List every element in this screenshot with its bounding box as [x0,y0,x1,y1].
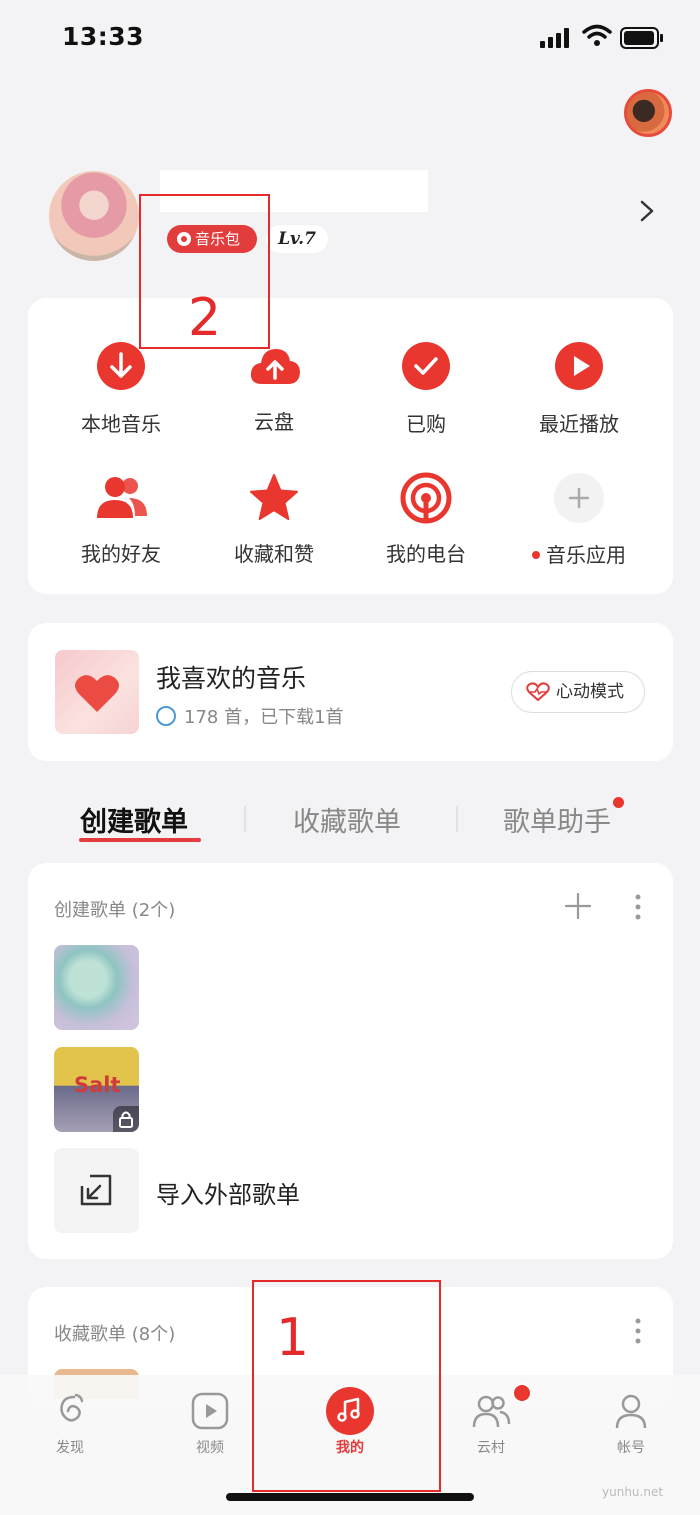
created-playlists-card: 创建歌单 (2个) Salt 导入外部歌单 [28,863,673,1259]
grid-item-favorites[interactable]: 收藏和赞 [199,472,349,567]
notification-dot [532,550,540,559]
watermark: yunhu.net [602,1485,664,1499]
community-icon [471,1391,511,1431]
grid-label-with-dot: 音乐应用 [504,539,654,568]
lock-icon [113,1106,139,1132]
account-icon [611,1391,651,1431]
grid-label: 云盘 [254,410,294,434]
download-icon [97,342,145,390]
nav-account[interactable]: 帐号 [591,1391,671,1457]
annotation-number-2: 2 [188,288,222,348]
nav-label: 发现 [56,1440,84,1456]
tab-active-indicator [79,838,201,842]
liked-music-cover [55,650,139,734]
add-playlist-icon[interactable] [565,893,591,919]
nav-label: 视频 [196,1440,224,1456]
import-playlist-label[interactable]: 导入外部歌单 [156,1175,300,1210]
top-avatar-button[interactable] [624,89,672,137]
home-indicator [226,1493,474,1501]
level-badge[interactable]: Lv.7 [266,225,328,253]
profile-avatar[interactable] [49,171,139,261]
grid-item-purchased[interactable]: 已购 [351,340,501,437]
annotation-number-1: 1 [276,1308,310,1368]
friends-icon [95,472,147,524]
grid-label: 我的好友 [81,542,161,566]
notification-dot [512,1383,532,1403]
liked-music-title: 我喜欢的音乐 [156,664,307,693]
tab-playlist-assistant[interactable]: 歌单助手 [503,800,611,839]
created-playlists-header: 创建歌单 (2个) [54,900,176,921]
nav-video[interactable]: 视频 [170,1391,250,1457]
tab-collected-playlists[interactable]: 收藏歌单 [293,800,401,839]
grid-item-local-music[interactable]: 本地音乐 [46,340,196,437]
heartbeat-icon [526,682,550,702]
playlist-cover-2[interactable]: Salt [54,1047,139,1132]
grid-item-friends[interactable]: 我的好友 [46,472,196,567]
plus-icon [554,473,604,523]
import-playlist-icon[interactable] [54,1148,139,1233]
grid-label: 已购 [406,412,446,436]
battery-icon [620,27,663,49]
grid-label: 音乐应用 [546,543,626,567]
chevron-right-icon[interactable] [636,200,658,222]
more-vertical-icon[interactable] [633,893,643,921]
status-time: 13:33 [62,22,145,51]
grid-item-recent[interactable]: 最近播放 [504,340,654,437]
liked-music-count: 178 首，已下载1首 [184,707,344,728]
playlist-cover-1[interactable] [54,945,139,1030]
grid-label: 最近播放 [539,412,619,436]
radio-icon [400,472,452,524]
grid-item-cloud[interactable]: 云盘 [199,340,349,435]
star-icon [248,472,300,524]
grid-item-radio[interactable]: 我的电台 [351,472,501,567]
play-icon [555,342,603,390]
nav-discover[interactable]: 发现 [30,1391,110,1457]
grid-label: 本地音乐 [81,412,161,436]
notification-dot [613,797,624,808]
cellular-signal-icon [540,28,569,48]
liked-music-card[interactable]: 我喜欢的音乐 178 首，已下载1首 心动模式 [28,623,673,761]
wifi-icon [582,24,612,46]
heartbeat-mode-button[interactable]: 心动模式 [511,671,645,713]
cover-art-text: Salt [74,1073,121,1097]
liked-music-subtitle: 178 首，已下载1首 [156,703,344,729]
heartbeat-mode-label: 心动模式 [556,682,624,702]
video-play-icon [190,1391,230,1431]
grid-item-music-apps[interactable]: 音乐应用 [504,472,654,568]
tab-created-playlists[interactable]: 创建歌单 [80,800,188,839]
tab-divider [244,806,246,832]
check-icon [402,342,450,390]
quick-actions-card: 本地音乐 云盘 已购 最近播放 我的好友 收藏和赞 我的电台 音乐应用 [28,298,673,594]
netease-logo-icon [50,1391,90,1431]
collected-playlists-header: 收藏歌单 (8个) [54,1324,176,1345]
download-check-icon [156,706,176,726]
more-vertical-icon[interactable] [633,1317,643,1345]
nav-label: 帐号 [617,1440,645,1456]
tab-divider [456,806,458,832]
nav-label: 云村 [477,1440,505,1456]
grid-label: 收藏和赞 [234,542,314,566]
grid-label: 我的电台 [386,542,466,566]
